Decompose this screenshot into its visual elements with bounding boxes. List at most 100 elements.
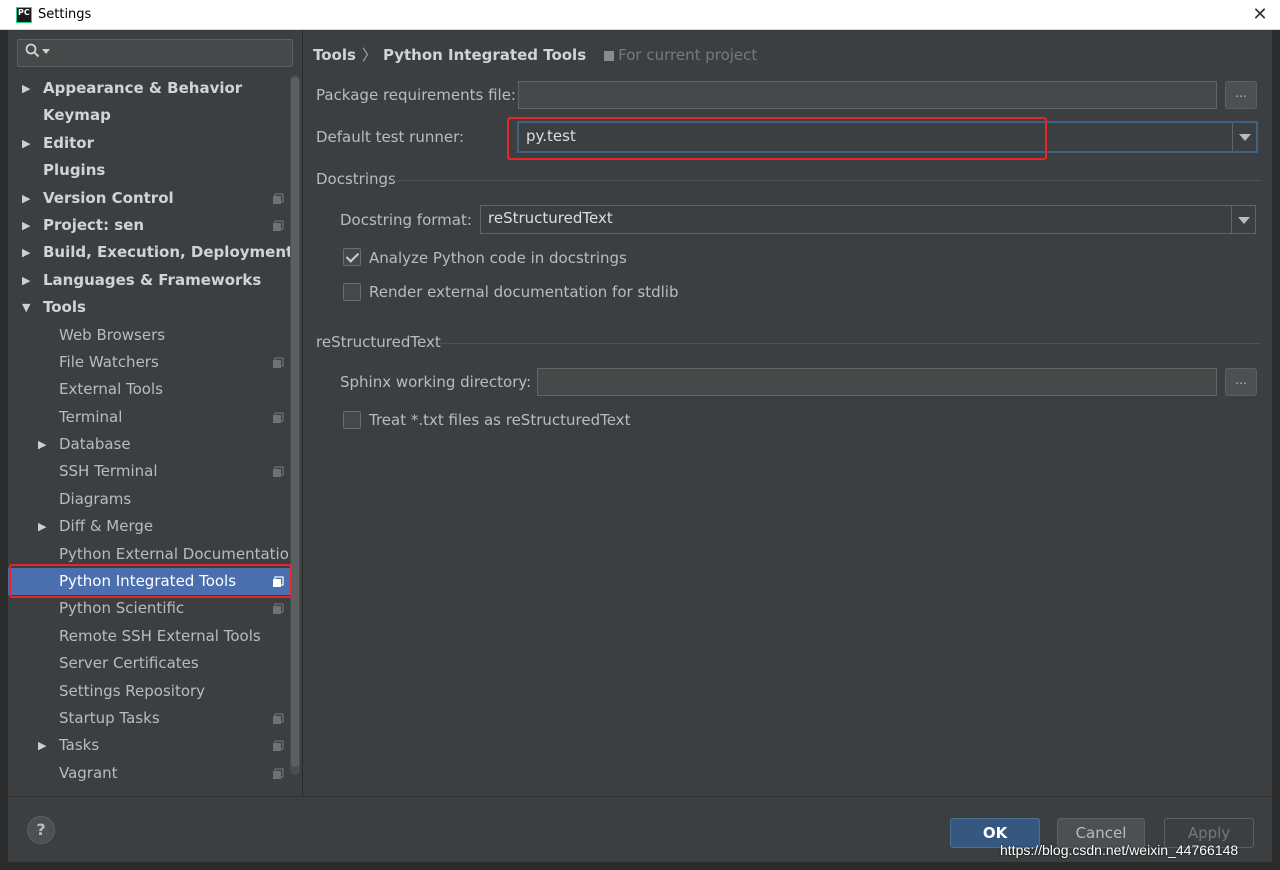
package-requirements-field[interactable] xyxy=(518,81,1217,109)
scrollbar-thumb[interactable] xyxy=(291,77,299,767)
footer-separator xyxy=(8,796,1272,797)
project-scope-icon xyxy=(273,220,284,231)
sidebar-item-label: Remote SSH External Tools xyxy=(59,626,261,645)
sidebar-item-label: External Tools xyxy=(59,380,163,399)
project-scope-icon xyxy=(273,466,284,478)
expand-arrow-icon[interactable]: ▶ xyxy=(22,130,36,157)
search-input[interactable] xyxy=(17,39,293,67)
sidebar-item-terminal[interactable]: Terminal xyxy=(8,404,290,431)
sidebar-item-remote-ssh-external-tools[interactable]: Remote SSH External Tools xyxy=(8,623,290,650)
sidebar-item-label: Keymap xyxy=(43,106,111,125)
sidebar-item-editor[interactable]: ▶ Editor xyxy=(8,130,290,157)
sidebar-item-web-browsers[interactable]: Web Browsers xyxy=(8,322,290,349)
sidebar-item-label: Languages & Frameworks xyxy=(43,270,262,289)
sidebar-item-label: Server Certificates xyxy=(59,654,199,673)
sidebar-item-project-sen[interactable]: ▶ Project: sen xyxy=(8,212,290,239)
help-button[interactable]: ? xyxy=(27,816,55,844)
settings-content: Tools 〉 Python Integrated Tools For current… xyxy=(303,30,1272,796)
sidebar-item-label: Build, Execution, Deployment xyxy=(43,243,294,262)
expand-arrow-icon[interactable]: ▶ xyxy=(22,75,36,102)
analyze-docstrings-label[interactable]: Analyze Python code in docstrings xyxy=(369,249,627,267)
sidebar-item-settings-repository[interactable]: Settings Repository xyxy=(8,678,290,705)
breadcrumb-parent[interactable]: Tools xyxy=(313,46,356,64)
sidebar-item-vagrant[interactable]: Vagrant xyxy=(8,760,290,787)
sidebar-item-label: Plugins xyxy=(43,161,106,180)
sidebar-item-label: Database xyxy=(59,435,131,454)
collapse-arrow-icon[interactable]: ▼ xyxy=(22,294,36,321)
sidebar-item-ssh-terminal[interactable]: SSH Terminal xyxy=(8,458,290,485)
sidebar-item-external-tools[interactable]: External Tools xyxy=(8,376,290,403)
sidebar-item-tools[interactable]: ▼ Tools xyxy=(8,294,290,321)
pycharm-app-icon: PC xyxy=(16,7,32,23)
render-stdlib-docs-label[interactable]: Render external documentation for stdlib xyxy=(369,283,679,301)
sidebar-item-label: Editor xyxy=(43,133,94,152)
window-title: Settings xyxy=(38,7,92,22)
project-scope-icon xyxy=(273,603,284,615)
sidebar-item-label: Tasks xyxy=(59,736,100,755)
analyze-docstrings-checkbox[interactable] xyxy=(343,248,361,266)
close-icon[interactable]: ✕ xyxy=(1248,3,1272,27)
sphinx-dir-field[interactable] xyxy=(537,368,1217,396)
settings-dialog: ▶ Appearance & Behavior Keymap ▶ Editor Plugi… xyxy=(8,30,1272,862)
sidebar-item-diagrams[interactable]: Diagrams xyxy=(8,486,290,513)
scope-label: For current project xyxy=(618,46,758,64)
project-scope-icon xyxy=(273,357,284,368)
search-icon xyxy=(25,43,40,58)
sidebar-item-startup-tasks[interactable]: Startup Tasks xyxy=(8,705,290,732)
sidebar-item-label: Diff & Merge xyxy=(59,517,154,536)
sidebar-item-languages-frameworks[interactable]: ▶ Languages & Frameworks xyxy=(8,267,290,294)
expand-arrow-icon[interactable]: ▶ xyxy=(22,185,36,212)
sidebar-item-label: Settings Repository xyxy=(59,681,206,700)
treat-txt-label[interactable]: Treat *.txt files as reStructuredText xyxy=(369,411,630,429)
treat-txt-checkbox[interactable] xyxy=(343,411,361,429)
sidebar-item-database[interactable]: ▶ Database xyxy=(8,431,290,458)
sidebar-item-server-certificates[interactable]: Server Certificates xyxy=(8,650,290,677)
annotation-highlight-test-runner xyxy=(507,117,1047,160)
watermark-text: https://blog.csdn.net/weixin_44766148 xyxy=(1000,842,1239,858)
sidebar-item-build-execution-deployment[interactable]: ▶ Build, Execution, Deployment xyxy=(8,239,294,266)
expand-arrow-icon[interactable]: ▶ xyxy=(38,732,52,759)
breadcrumb: Tools 〉 Python Integrated Tools For current… xyxy=(313,44,757,65)
sidebar-item-keymap[interactable]: Keymap xyxy=(8,102,290,129)
sidebar-item-version-control[interactable]: ▶ Version Control xyxy=(8,185,290,212)
restructuredtext-separator xyxy=(439,343,1261,344)
sidebar-item-diff-merge[interactable]: ▶ Diff & Merge xyxy=(8,513,290,540)
project-scope-icon xyxy=(273,192,284,204)
sidebar-item-label: Web Browsers xyxy=(59,325,166,344)
docstring-format-select[interactable]: reStructuredText xyxy=(480,205,1256,234)
taskbar-strip xyxy=(0,862,1280,870)
project-scope-icon xyxy=(273,768,284,779)
sidebar-item-tasks[interactable]: ▶ Tasks xyxy=(8,732,290,759)
page-title: Python Integrated Tools xyxy=(382,46,587,64)
sphinx-dir-browse-button[interactable]: ... xyxy=(1225,368,1257,396)
sidebar-item-label: Terminal xyxy=(59,407,123,426)
expand-arrow-icon[interactable]: ▶ xyxy=(22,212,36,239)
docstring-format-label: Docstring format: xyxy=(340,211,472,229)
sidebar-item-python-scientific[interactable]: Python Scientific xyxy=(8,595,290,622)
expand-arrow-icon[interactable]: ▶ xyxy=(22,239,36,266)
expand-arrow-icon[interactable]: ▶ xyxy=(22,267,36,294)
settings-sidebar: ▶ Appearance & Behavior Keymap ▶ Editor Plugi… xyxy=(8,30,302,796)
project-scope-icon xyxy=(273,412,284,423)
sidebar-item-file-watchers[interactable]: File Watchers xyxy=(8,349,290,376)
sidebar-scrollbar[interactable] xyxy=(290,75,300,775)
sidebar-item-label: Appearance & Behavior xyxy=(43,79,243,97)
test-runner-label: Default test runner: xyxy=(316,128,465,146)
chevron-down-icon[interactable] xyxy=(1232,123,1256,151)
sidebar-item-plugins[interactable]: Plugins xyxy=(8,157,290,184)
search-options-chevron-icon[interactable] xyxy=(42,49,50,55)
window-titlebar: PC Settings ✕ xyxy=(0,0,1280,30)
settings-tree: ▶ Appearance & Behavior Keymap ▶ Editor Plugi… xyxy=(8,75,298,787)
package-requirements-browse-button[interactable]: ... xyxy=(1225,81,1257,109)
expand-arrow-icon[interactable]: ▶ xyxy=(38,513,52,540)
breadcrumb-separator: 〉 xyxy=(361,46,377,64)
sidebar-item-label: Version Control xyxy=(43,188,174,207)
scope-note: For current project xyxy=(604,46,757,64)
render-stdlib-docs-checkbox[interactable] xyxy=(343,283,361,301)
project-scope-icon xyxy=(273,713,284,724)
expand-arrow-icon[interactable]: ▶ xyxy=(38,431,52,458)
chevron-down-icon[interactable] xyxy=(1231,206,1255,233)
docstring-format-value: reStructuredText xyxy=(488,209,613,227)
sidebar-item-label: SSH Terminal xyxy=(59,462,158,481)
sidebar-item-appearance-behavior[interactable]: ▶ Appearance & Behavior xyxy=(8,75,290,102)
